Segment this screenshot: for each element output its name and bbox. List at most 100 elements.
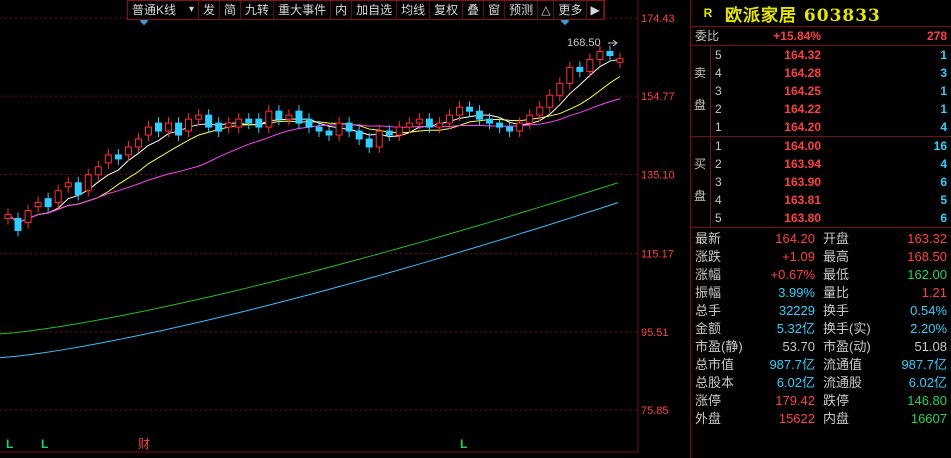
candle-body	[255, 118, 263, 128]
stat-value: 0.54%	[910, 303, 947, 318]
sell-level-row[interactable]: 3 164.25 1	[691, 82, 951, 100]
stat-row: 涨停 179.42 跌停 146.80	[691, 392, 951, 410]
candle-body	[295, 110, 303, 124]
sell-level: 4	[715, 66, 722, 80]
stat-label: 涨停	[695, 393, 722, 408]
stat-label: 总手	[695, 303, 722, 318]
sell-level-row[interactable]: 2 164.22 1	[691, 100, 951, 118]
candle-body	[355, 130, 363, 140]
toolbar-overlay[interactable]: 叠	[463, 1, 485, 19]
buy-level: 1	[715, 139, 722, 153]
stat-value: 15622	[778, 411, 815, 426]
sell-price: 164.28	[784, 66, 821, 80]
candle-body	[395, 126, 403, 136]
sell-level-row[interactable]: 5 164.32 1	[691, 46, 951, 64]
stat-label: 开盘	[823, 231, 850, 246]
ma10-line	[7, 76, 621, 224]
candle-body	[576, 66, 584, 72]
kline-type-select[interactable]: 普通K线 ▾	[128, 1, 200, 19]
buy-level-row[interactable]: 3 163.90 6	[691, 173, 951, 191]
candle-body	[24, 210, 32, 224]
buy-volume: 5	[940, 193, 947, 207]
toolbar-adjust[interactable]: 复权	[430, 1, 464, 19]
stat-row: 总市值 987.7亿 流通值 987.7亿	[691, 356, 951, 374]
buy-volume: 16	[933, 139, 947, 153]
stat-label: 总市值	[695, 357, 735, 372]
bottom-markers: L L 财 L	[6, 437, 467, 451]
candle-body	[14, 218, 22, 231]
stat-label: 量比	[823, 285, 850, 300]
buy-volume: 6	[940, 175, 947, 189]
sell-level-row[interactable]: 1 164.20 4	[691, 118, 951, 136]
candle-body	[616, 58, 624, 63]
candle-body	[94, 166, 102, 176]
stat-value: 163.32	[907, 231, 947, 246]
sell-level-row[interactable]: 4 164.28 3	[691, 64, 951, 82]
expand-panel-icon[interactable]: ▶	[587, 1, 604, 19]
buy-level-row[interactable]: 5 163.80 6	[691, 209, 951, 227]
stat-value: 164.20	[775, 231, 815, 246]
stat-label: 换手	[823, 303, 850, 318]
sell-price: 164.20	[784, 120, 821, 134]
ma5-line	[7, 58, 621, 224]
candle-body	[84, 174, 92, 192]
toolbar-ma[interactable]: 均线	[397, 1, 431, 19]
stat-label: 市盈(动)	[823, 339, 871, 354]
ma30-line	[0, 182, 619, 335]
candle-body	[205, 114, 213, 128]
stat-row: 最新 164.20 开盘 163.32	[691, 230, 951, 248]
buy-price: 163.90	[784, 175, 821, 189]
weibi-pct: +15.84%	[773, 29, 821, 43]
stat-label: 外盘	[695, 411, 722, 426]
stat-label: 涨幅	[695, 267, 722, 282]
ma60-line	[0, 202, 619, 359]
buy-price: 163.80	[784, 211, 821, 225]
marker-l: L	[6, 437, 13, 451]
candle-body	[466, 106, 474, 112]
candle-body	[566, 66, 574, 84]
candle-body	[225, 122, 233, 128]
toolbar-more[interactable]: 更多	[554, 1, 588, 19]
candle-body	[104, 154, 112, 164]
toolbar-nei[interactable]: 内	[331, 1, 353, 19]
stat-label: 最新	[695, 231, 722, 246]
stat-value: 987.7亿	[901, 357, 947, 372]
candle-body	[526, 114, 534, 124]
buy-level-row[interactable]: 4 163.81 5	[691, 191, 951, 209]
toolbar-forecast[interactable]: 预测	[505, 1, 539, 19]
stat-value: 32229	[778, 303, 815, 318]
candle-body	[114, 154, 122, 160]
price-tick-label: 174.43	[641, 13, 675, 25]
candle-body	[74, 182, 82, 196]
buy-level-row[interactable]: 1 164.00 16	[691, 137, 951, 155]
toolbar-window[interactable]: 窗	[484, 1, 506, 19]
buy-level: 2	[715, 157, 722, 171]
candle-body	[496, 122, 504, 128]
toolbar-fa[interactable]: 发	[199, 1, 221, 19]
toolbar-jian[interactable]: 简	[220, 1, 242, 19]
marker-l: L	[460, 437, 467, 451]
buy-book: 买 盘 1 164.00 16 2 163.94 4 3 163.90 6 4 163.81 5 5 16…	[691, 137, 951, 228]
sell-price: 164.32	[784, 48, 821, 62]
candle-body	[165, 122, 173, 132]
toolbar-add-watchlist[interactable]: 加自选	[352, 1, 398, 19]
sell-volume: 3	[940, 66, 947, 80]
toolbar-jiuzhuan[interactable]: 九转	[241, 1, 275, 19]
candle-body	[486, 118, 494, 124]
kline-chart[interactable]: 174.43 154.77 135.10 115.17 95.51 75.85 168.5…	[0, 0, 690, 458]
candle-body	[315, 126, 323, 132]
sell-volume: 4	[940, 120, 947, 134]
kline-type-label: 普通K线	[132, 3, 177, 17]
stat-value: 987.7亿	[769, 357, 815, 372]
stat-row: 涨幅 +0.67% 最低 162.00	[691, 266, 951, 284]
buy-level-row[interactable]: 2 163.94 4	[691, 155, 951, 173]
candle-body	[506, 126, 514, 132]
bell-icon[interactable]: △	[538, 1, 555, 19]
candle-body	[185, 118, 193, 132]
candle-body	[345, 122, 353, 132]
toolbar-major-events[interactable]: 重大事件	[274, 1, 332, 19]
price-tick-label: 115.17	[641, 249, 674, 261]
stock-name: 欧派家居 603833	[725, 5, 881, 26]
marker-financial: 财	[138, 437, 150, 451]
candle-body	[4, 214, 12, 220]
